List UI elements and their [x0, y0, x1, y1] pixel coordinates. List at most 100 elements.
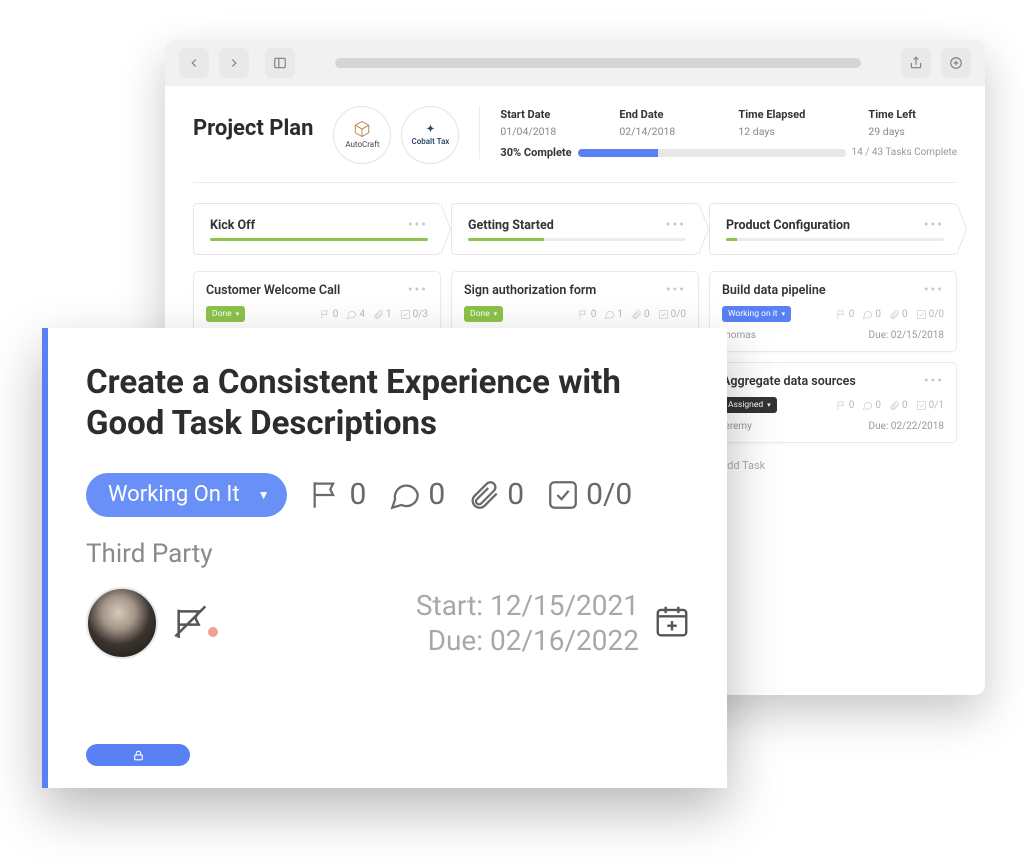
task-bottom-row: Start: 12/15/2021 Due: 02/16/2022 [86, 587, 691, 659]
card-menu[interactable]: ••• [408, 282, 428, 298]
flag-stat[interactable]: 0 [309, 477, 366, 512]
progress-row: 30% Complete 14 / 43 Tasks Complete [500, 146, 957, 159]
phase-name: Getting Started [468, 218, 554, 233]
status-pill[interactable]: Assigned [722, 397, 777, 413]
flag-icon: 0 [320, 309, 339, 320]
comment-icon: 4 [346, 309, 365, 320]
comment-icon: 1 [604, 309, 623, 320]
task-card[interactable]: Sign authorization form ••• Done 0 1 0 0… [451, 271, 699, 333]
phase-progress [726, 238, 944, 241]
attachment-icon: 0 [631, 309, 650, 320]
phase-kickoff[interactable]: Kick Off ••• [193, 203, 441, 255]
status-pill[interactable]: Done [464, 306, 503, 322]
card-stats: 0 0 0 0/1 [836, 400, 944, 411]
progress-percent: 30% Complete [500, 146, 571, 159]
attachment-icon: 0 [889, 400, 908, 411]
task-card[interactable]: Build data pipeline ••• Working on it 0 … [709, 271, 957, 352]
column-product-config: Build data pipeline ••• Working on it 0 … [709, 271, 957, 478]
phase-product-config[interactable]: Product Configuration ••• [709, 203, 957, 255]
add-to-calendar-button[interactable] [653, 602, 691, 644]
add-task-button[interactable]: + Add Task [709, 453, 957, 478]
phase-menu[interactable]: ••• [924, 217, 944, 233]
card-title: Aggregate data sources [722, 374, 856, 389]
lock-icon [132, 749, 145, 762]
task-dates: Start: 12/15/2021 Due: 02/16/2022 [416, 588, 639, 658]
lock-button[interactable] [86, 744, 190, 766]
comment-icon: 0 [862, 400, 881, 411]
time-elapsed-value: 12 days [738, 125, 846, 138]
task-title: Create a Consistent Experience with Good… [86, 362, 691, 445]
card-menu[interactable]: ••• [924, 373, 944, 389]
page-title: Project Plan [193, 106, 313, 141]
tasks-complete: 14 / 43 Tasks Complete [852, 147, 957, 158]
sidebar-toggle-button[interactable] [265, 48, 295, 78]
status-pill[interactable]: Done [206, 306, 245, 322]
status-pill[interactable]: Working on it [722, 306, 791, 322]
checklist-count: 0/0 [586, 477, 632, 512]
time-elapsed-label: Time Elapsed [738, 108, 846, 121]
card-stats: 0 0 0 0/0 [836, 309, 944, 320]
due-label: Due: [428, 624, 483, 657]
attachment-stat[interactable]: 0 [467, 477, 524, 512]
box-icon [353, 120, 371, 138]
card-stats: 0 1 0 0/0 [578, 309, 686, 320]
back-button[interactable] [179, 48, 209, 78]
phase-name: Kick Off [210, 218, 255, 233]
card-title: Customer Welcome Call [206, 283, 340, 298]
attachment-icon: 0 [889, 309, 908, 320]
assignee-avatar[interactable] [86, 587, 158, 659]
flag-off-icon [172, 603, 212, 643]
checklist-icon: 0/0 [916, 309, 944, 320]
start-date-label: Start Date [500, 108, 597, 121]
checklist-stat[interactable]: 0/0 [546, 477, 632, 512]
assignee: thomas [722, 330, 756, 341]
checklist-icon: 0/1 [916, 400, 944, 411]
end-date-value: 02/14/2018 [619, 125, 716, 138]
new-tab-button[interactable] [941, 48, 971, 78]
comment-icon: 0 [862, 309, 881, 320]
start-date: 12/15/2021 [490, 589, 639, 622]
share-button[interactable] [901, 48, 931, 78]
card-stats: 0 4 1 0/3 [320, 309, 428, 320]
attachment-icon: 1 [373, 309, 392, 320]
task-stats-row: Working On It 0 0 0 0/0 [86, 473, 691, 517]
phase-progress [210, 238, 428, 241]
calendar-plus-icon [653, 602, 691, 640]
comment-stat[interactable]: 0 [388, 477, 445, 512]
phase-name: Product Configuration [726, 218, 850, 233]
checklist-icon: 0/0 [658, 309, 686, 320]
forward-button[interactable] [219, 48, 249, 78]
status-dropdown[interactable]: Working On It [86, 473, 287, 517]
phase-menu[interactable]: ••• [408, 217, 428, 233]
task-card[interactable]: Aggregate data sources ••• Assigned 0 0 … [709, 362, 957, 443]
due-date: Due: 02/22/2018 [869, 421, 945, 432]
progress-fill [578, 149, 658, 157]
flag-off-toggle[interactable] [172, 603, 218, 643]
card-menu[interactable]: ••• [666, 282, 686, 298]
attachment-count: 0 [507, 477, 524, 512]
card-menu[interactable]: ••• [924, 282, 944, 298]
company-badge-cobalt[interactable]: ✦ Cobalt Tax [401, 106, 459, 164]
phase-menu[interactable]: ••• [666, 217, 686, 233]
due-date: 02/16/2022 [490, 624, 639, 657]
task-category: Third Party [86, 539, 691, 569]
time-left-value: 29 days [868, 125, 957, 138]
task-card[interactable]: Customer Welcome Call ••• Done 0 4 1 0/3 [193, 271, 441, 333]
checklist-icon [546, 478, 580, 512]
url-bar[interactable] [335, 58, 861, 68]
due-date: Due: 02/15/2018 [869, 330, 945, 341]
company-name: Cobalt Tax [412, 138, 450, 147]
flag-count: 0 [349, 477, 366, 512]
comment-icon [388, 478, 422, 512]
card-title: Sign authorization form [464, 283, 596, 298]
company-badge-autocraft[interactable]: AutoCraft [333, 106, 391, 164]
phase-getting-started[interactable]: Getting Started ••• [451, 203, 699, 255]
alert-dot [208, 627, 218, 637]
flag-icon: 0 [836, 309, 855, 320]
card-title: Build data pipeline [722, 283, 826, 298]
browser-toolbar [165, 40, 985, 86]
start-date-line: Start: 12/15/2021 [416, 588, 639, 623]
project-summary: Start Date End Date Time Elapsed Time Le… [479, 106, 957, 159]
task-detail-card: Create a Consistent Experience with Good… [42, 328, 727, 788]
start-date-value: 01/04/2018 [500, 125, 597, 138]
